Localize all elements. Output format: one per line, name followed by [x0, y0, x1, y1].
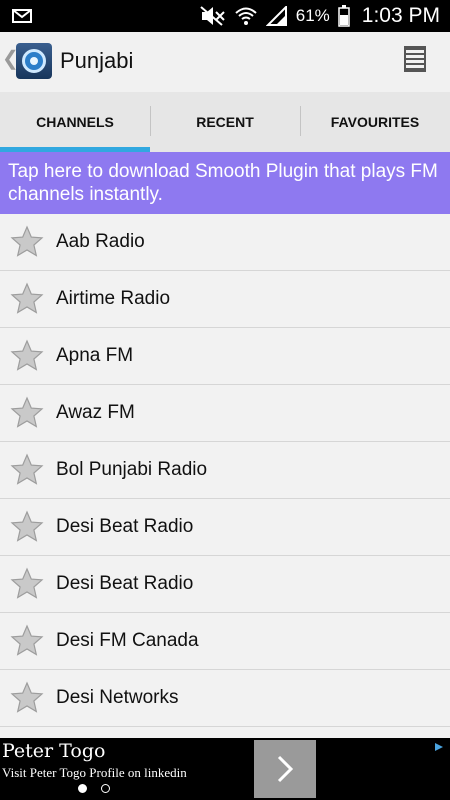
star-icon[interactable]: [10, 396, 44, 430]
tab-bar: CHANNELS RECENT FAVOURITES: [0, 92, 450, 152]
channel-name: Desi Beat Radio: [56, 516, 194, 537]
list-item[interactable]: Desi Beat Radio: [0, 556, 450, 613]
ad-headline: Peter Togo: [2, 740, 106, 762]
list-item[interactable]: Awaz FM: [0, 385, 450, 442]
channel-list[interactable]: Aab Radio Airtime Radio Apna FM Awaz FM …: [0, 214, 450, 738]
list-item[interactable]: Desi Networks: [0, 670, 450, 727]
page-title: Punjabi: [60, 48, 134, 73]
list-item[interactable]: Desi Beat Radio: [0, 499, 450, 556]
list-item[interactable]: Desi FM Canada: [0, 613, 450, 670]
tab-favourites[interactable]: FAVOURITES: [300, 92, 450, 152]
battery-percent: 61%: [295, 6, 330, 25]
promo-text: Tap here to download Smooth Plugin that …: [8, 161, 438, 205]
tab-label: CHANNELS: [36, 114, 114, 130]
wifi-icon: [235, 7, 257, 25]
channel-name: Desi FM Canada: [56, 630, 199, 651]
page-dot: [101, 784, 110, 793]
signal-icon: [265, 6, 287, 26]
star-icon[interactable]: [10, 567, 44, 601]
star-icon[interactable]: [10, 453, 44, 487]
clock: 1:03 PM: [361, 4, 440, 27]
menu-icon[interactable]: [404, 46, 426, 72]
list-item[interactable]: Aab Radio: [0, 214, 450, 271]
chevron-right-icon: [277, 755, 294, 783]
channel-name: Airtime Radio: [56, 288, 171, 309]
mail-icon: [12, 9, 32, 23]
channel-name: Awaz FM: [56, 402, 135, 423]
list-item[interactable]: Bol Punjabi Radio: [0, 442, 450, 499]
channel-name: Aab Radio: [56, 231, 145, 252]
adchoices-icon[interactable]: [434, 742, 444, 752]
channel-name: Desi Networks: [56, 687, 179, 708]
mute-icon: [200, 6, 225, 26]
status-bar: 61% 1:03 PM: [0, 0, 450, 32]
tab-recent[interactable]: RECENT: [150, 92, 300, 152]
action-bar: ❮ Punjabi: [0, 32, 450, 92]
list-item[interactable]: Airtime Radio: [0, 271, 450, 328]
channel-name: Desi Beat Radio: [56, 573, 194, 594]
list-item[interactable]: Apna FM: [0, 328, 450, 385]
star-icon[interactable]: [10, 339, 44, 373]
app-logo-icon[interactable]: [16, 43, 52, 79]
ad-open-button[interactable]: [254, 740, 316, 798]
tab-channels[interactable]: CHANNELS: [0, 92, 150, 152]
star-icon[interactable]: [10, 510, 44, 544]
battery-icon: [338, 5, 350, 27]
star-icon[interactable]: [10, 282, 44, 316]
ad-page-indicator: [78, 784, 110, 793]
ad-subtext: Visit Peter Togo Profile on linkedin: [2, 765, 187, 780]
channel-name: Bol Punjabi Radio: [56, 459, 208, 480]
star-icon[interactable]: [10, 624, 44, 658]
star-icon[interactable]: [10, 681, 44, 715]
plugin-promo-banner[interactable]: Tap here to download Smooth Plugin that …: [0, 152, 450, 214]
tab-label: FAVOURITES: [330, 114, 420, 130]
channel-name: Apna FM: [56, 345, 134, 366]
tab-label: RECENT: [196, 114, 254, 130]
star-icon[interactable]: [10, 225, 44, 259]
page-dot-active: [78, 784, 87, 793]
ad-banner[interactable]: Peter Togo Visit Peter Togo Profile on l…: [0, 738, 450, 800]
